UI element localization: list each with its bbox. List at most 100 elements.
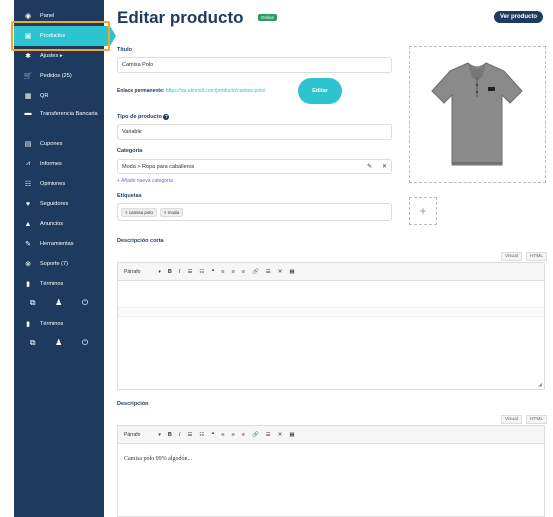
external-link-icon[interactable]: ⧉ (30, 298, 36, 308)
gear-icon: ✱ (25, 53, 31, 60)
sidebar-item-anuncios[interactable]: ▲ Anuncios (14, 214, 104, 234)
short-description-editor[interactable]: Párrafo ▾ B I ☰ ☷ ❝ ≡ ≡ ≡ 🔗 ☰ ✕ ▦ ◢ (117, 262, 545, 390)
quote-icon[interactable]: ❝ (211, 432, 214, 438)
sidebar-item-transferencia[interactable]: ▬ Transferencia Bancaria (14, 106, 104, 134)
sidebar-item-label: Términos (40, 321, 64, 327)
bell-icon: ▲ (24, 220, 32, 228)
title-label: Título (117, 47, 132, 53)
bullet-list-icon[interactable]: ☰ (187, 269, 192, 275)
fullscreen-icon[interactable]: ✕ (278, 269, 283, 275)
format-select-label: Párrafo (124, 268, 141, 275)
title-input[interactable]: Camisa Polo (117, 57, 392, 73)
quote-icon[interactable]: ❝ (211, 269, 214, 275)
sidebar-item-label: QR (40, 93, 49, 99)
chevron-right-icon: ▸ (59, 53, 63, 59)
permalink: Enlace permanente: https://qa.ekmodi.com… (117, 88, 265, 94)
sidebar-item-qr[interactable]: ▦ QR (14, 86, 104, 106)
numbered-list-icon[interactable]: ☷ (199, 269, 204, 275)
sidebar-item-terminos-2[interactable]: ▮ Términos (14, 314, 104, 334)
align-center-icon[interactable]: ≡ (232, 269, 235, 275)
chart-icon: ⩘ (26, 160, 30, 167)
format-select-label: Párrafo (124, 431, 141, 438)
tag-chip[interactable]: × camisa polo (121, 207, 157, 217)
short-description-tabs: Visual HTML (500, 252, 547, 261)
editor-toolbar: Párrafo ▾ B I ☰ ☷ ❝ ≡ ≡ ≡ 🔗 ☰ ✕ ▦ (118, 263, 544, 281)
description-editor[interactable]: Párrafo ▾ B I ☰ ☷ ❝ ≡ ≡ ≡ 🔗 ☰ ✕ ▦ Camisa … (117, 425, 545, 517)
format-select[interactable]: Párrafo ▾ (124, 432, 161, 438)
product-type-label-text: Tipo de producto (117, 114, 162, 120)
tab-html[interactable]: HTML (525, 252, 547, 261)
sidebar-item-soporte[interactable]: ⊗ Soporte (7) (14, 254, 104, 274)
status-badge: Online (258, 14, 278, 21)
sidebar-footer-icons-2: ⧉ ♟ ⏻ (14, 334, 104, 352)
add-category-link[interactable]: + Añadir nueva categoría (117, 178, 173, 184)
comments-icon: ☷ (24, 181, 32, 188)
sidebar-footer-icons: ⧉ ♟ ⏻ (14, 294, 104, 312)
sidebar-item-herramientas[interactable]: ✎ Herramientas (14, 234, 104, 254)
bullet-list-icon[interactable]: ☰ (187, 432, 192, 438)
more-icon[interactable]: ☰ (266, 432, 271, 438)
toolbar-toggle-icon[interactable]: ▦ (289, 432, 294, 438)
editor-toolbar-ghost (118, 307, 544, 317)
sidebar-nav-secondary: ▮ Términos (14, 312, 104, 334)
tab-html[interactable]: HTML (525, 415, 547, 424)
italic-icon[interactable]: I (179, 432, 181, 438)
permalink-link[interactable]: https://qa.ekmodi.com/producto/camisa-po… (166, 88, 266, 94)
close-icon[interactable]: ✕ (382, 163, 387, 170)
category-value: Moda > Ropa para caballeros (122, 163, 195, 170)
highlight-frame (11, 21, 110, 51)
numbered-list-icon[interactable]: ☷ (199, 432, 204, 438)
edit-icon[interactable]: ✎ (367, 163, 372, 170)
align-left-icon[interactable]: ≡ (221, 269, 224, 275)
sidebar-item-label: Pedidos (25) (40, 73, 72, 79)
link-icon[interactable]: 🔗 (252, 432, 259, 438)
italic-icon[interactable]: I (179, 269, 181, 275)
more-icon[interactable]: ☰ (266, 269, 271, 275)
power-icon[interactable]: ⏻ (82, 338, 88, 348)
sidebar-item-cupones[interactable]: ▤ Cupones (14, 134, 104, 154)
sidebar-item-label: Anuncios (40, 221, 64, 227)
dashboard-icon: ◉ (24, 13, 32, 20)
tab-visual[interactable]: Visual (500, 252, 522, 261)
sidebar-item-label: Panel (40, 13, 55, 19)
edit-permalink-button[interactable]: Editar (298, 78, 342, 104)
sidebar-item-informes[interactable]: ⩘ Informes (14, 154, 104, 174)
tags-input[interactable]: × camisa polo × moda (117, 203, 392, 221)
tag-chip[interactable]: × moda (159, 207, 184, 217)
align-right-icon[interactable]: ≡ (242, 269, 245, 275)
sidebar-item-label: Seguidores (40, 201, 69, 207)
document-icon: ▮ (26, 321, 30, 328)
sidebar-item-label: Términos (40, 281, 64, 287)
fullscreen-icon[interactable]: ✕ (278, 432, 283, 438)
toolbar-toggle-icon[interactable]: ▦ (289, 269, 294, 275)
user-icon[interactable]: ♟ (55, 338, 62, 348)
product-image-box[interactable] (409, 46, 546, 183)
add-image-button[interactable]: + (409, 197, 437, 225)
category-row: Moda > Ropa para caballeros ✎ ✕ (117, 159, 392, 174)
sidebar-item-pedidos[interactable]: 🛒 Pedidos (25) (14, 66, 104, 86)
resize-handle-icon[interactable]: ◢ (538, 382, 542, 388)
sidebar-item-label: Informes (40, 161, 62, 167)
sidebar-item-terminos[interactable]: ▮ Términos (14, 274, 104, 294)
category-actions: ✎ ✕ (367, 163, 387, 170)
product-type-label: Tipo de producto ? (117, 114, 170, 120)
sidebar-item-seguidores[interactable]: ♥ Seguidores (14, 194, 104, 214)
user-icon[interactable]: ♟ (55, 298, 62, 308)
link-icon[interactable]: 🔗 (252, 269, 259, 275)
tab-visual[interactable]: Visual (500, 415, 522, 424)
sidebar-item-opiniones[interactable]: ☷ Opiniones (14, 174, 104, 194)
short-description-label: Descripción corta (117, 238, 164, 244)
sidebar-item-label: Transferencia Bancaria (40, 111, 98, 117)
product-type-select[interactable]: Variable (117, 124, 392, 140)
bold-icon[interactable]: B (168, 269, 172, 275)
bold-icon[interactable]: B (168, 432, 172, 438)
external-link-icon[interactable]: ⧉ (30, 338, 36, 348)
align-left-icon[interactable]: ≡ (221, 432, 224, 438)
sidebar-item-label: Cupones (40, 141, 63, 147)
align-right-icon[interactable]: ≡ (242, 432, 245, 438)
format-select[interactable]: Párrafo ▾ (124, 269, 161, 275)
power-icon[interactable]: ⏻ (82, 298, 88, 308)
help-icon[interactable]: ? (163, 114, 170, 120)
view-product-button[interactable]: Ver producto (493, 11, 543, 23)
align-center-icon[interactable]: ≡ (232, 432, 235, 438)
